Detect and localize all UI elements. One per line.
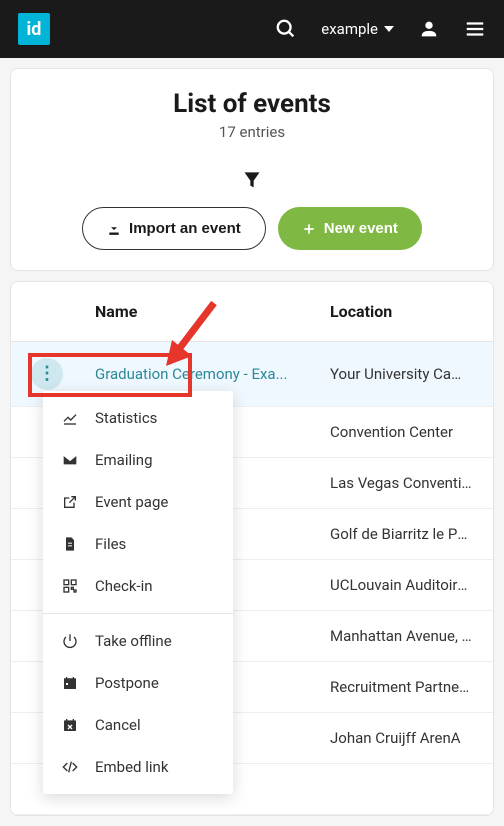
menu-label: Embed link: [95, 758, 168, 776]
event-location: Las Vegas Convention C: [330, 474, 473, 492]
menu-cancel[interactable]: Cancel: [43, 704, 233, 746]
calendar-x-icon: [61, 717, 79, 733]
column-name[interactable]: Name: [95, 302, 330, 321]
entries-count: 17 entries: [31, 123, 473, 141]
power-icon: [61, 633, 79, 649]
event-location: Convention Center: [330, 423, 473, 441]
menu-label: Take offline: [95, 632, 172, 650]
code-icon: [61, 759, 79, 775]
app-logo[interactable]: id: [18, 13, 50, 45]
menu-divider: [43, 613, 233, 614]
menu-label: Cancel: [95, 716, 141, 734]
event-location: Johan Cruijff ArenA: [330, 729, 473, 747]
new-event-label: New event: [324, 220, 398, 237]
download-icon: [107, 222, 121, 236]
menu-label: Postpone: [95, 674, 159, 692]
calendar-icon: [61, 675, 79, 691]
plus-icon: [302, 222, 316, 236]
import-button-label: Import an event: [129, 220, 241, 237]
kebab-icon: ⋮: [38, 370, 56, 377]
user-icon[interactable]: [418, 18, 440, 40]
menu-files[interactable]: Files: [43, 523, 233, 565]
mail-icon: [61, 452, 79, 468]
event-location: Your University Campus: [330, 365, 473, 383]
event-location: Golf de Biarritz le Phare: [330, 525, 473, 543]
action-buttons: Import an event New event: [31, 207, 473, 250]
filter-icon[interactable]: [31, 169, 473, 189]
chart-icon: [61, 410, 79, 426]
menu-statistics[interactable]: Statistics: [43, 397, 233, 439]
menu-icon[interactable]: [464, 18, 486, 40]
qr-icon: [61, 578, 79, 594]
table-header: Name Location: [11, 282, 493, 342]
workspace-selector[interactable]: example: [321, 20, 394, 38]
title-card: List of events 17 entries Import an even…: [10, 68, 494, 271]
menu-emailing[interactable]: Emailing: [43, 439, 233, 481]
new-event-button[interactable]: New event: [278, 207, 422, 250]
chevron-down-icon: [384, 26, 394, 32]
menu-label: Statistics: [95, 409, 157, 427]
column-location[interactable]: Location: [330, 302, 392, 321]
event-location: UCLouvain Auditoires C: [330, 576, 473, 594]
import-event-button[interactable]: Import an event: [82, 207, 266, 250]
workspace-label: example: [321, 20, 378, 38]
events-table: Name Location ⋮ Graduation Ceremony - Ex…: [10, 281, 494, 816]
search-icon[interactable]: [275, 18, 297, 40]
external-link-icon: [61, 494, 79, 510]
row-context-menu: Statistics Emailing Event page Files Che…: [43, 391, 233, 794]
row-menu-button[interactable]: ⋮: [31, 358, 63, 390]
menu-event-page[interactable]: Event page: [43, 481, 233, 523]
file-icon: [61, 536, 79, 552]
header-actions: example: [275, 18, 486, 40]
menu-label: Event page: [95, 493, 168, 511]
menu-label: Check-in: [95, 577, 153, 595]
menu-check-in[interactable]: Check-in: [43, 565, 233, 607]
event-location: Recruitment Partners In: [330, 678, 473, 696]
event-location: Manhattan Avenue, Bro: [330, 627, 473, 645]
menu-postpone[interactable]: Postpone: [43, 662, 233, 704]
menu-embed-link[interactable]: Embed link: [43, 746, 233, 788]
page-title: List of events: [31, 89, 473, 119]
top-header: id example: [0, 0, 504, 58]
event-name[interactable]: Graduation Ceremony - Exa...: [95, 365, 330, 383]
menu-label: Files: [95, 535, 126, 553]
menu-take-offline[interactable]: Take offline: [43, 620, 233, 662]
menu-label: Emailing: [95, 451, 153, 469]
